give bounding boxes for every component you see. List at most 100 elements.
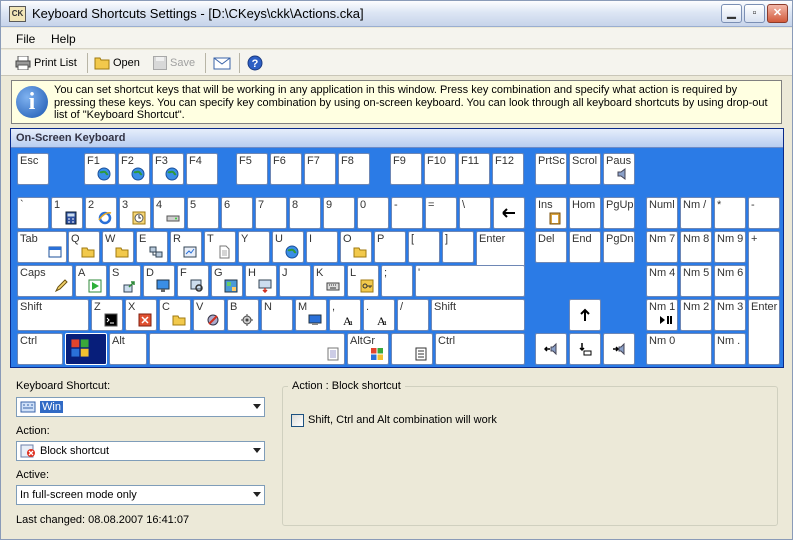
key-s[interactable]: S xyxy=(109,265,141,297)
key-k[interactable]: K xyxy=(313,265,345,297)
active-select[interactable]: In full-screen mode only xyxy=(16,485,265,505)
key-*[interactable]: * xyxy=(714,197,746,229)
key-y[interactable]: Y xyxy=(238,231,270,263)
key-f10[interactable]: F10 xyxy=(424,153,456,185)
key-o[interactable]: O xyxy=(340,231,372,263)
key-a[interactable]: A xyxy=(75,265,107,297)
key-\[interactable]: \ xyxy=(459,197,491,229)
key-/[interactable]: / xyxy=(397,299,429,331)
key-b[interactable]: B xyxy=(227,299,259,331)
key-nm-9[interactable]: Nm 9 xyxy=(714,231,746,263)
key-nm-4[interactable]: Nm 4 xyxy=(646,265,678,297)
key-'[interactable]: ' xyxy=(415,265,525,297)
key-[[interactable]: [ xyxy=(408,231,440,263)
key-j[interactable]: J xyxy=(279,265,311,297)
shift-ctrl-alt-checkbox[interactable] xyxy=(291,414,304,427)
key-hom[interactable]: Hom xyxy=(569,197,601,229)
key-4[interactable]: 4 xyxy=(153,197,185,229)
key-t[interactable]: T xyxy=(204,231,236,263)
key-r[interactable]: R xyxy=(170,231,202,263)
key-.[interactable]: . Aa xyxy=(363,299,395,331)
shortcut-select[interactable]: Win xyxy=(16,397,265,417)
maximize-button[interactable]: ▫ xyxy=(744,4,765,23)
key-caps[interactable]: Caps xyxy=(17,265,73,297)
key-v[interactable]: V xyxy=(193,299,225,331)
key--[interactable]: - xyxy=(748,197,780,229)
key-f9[interactable]: F9 xyxy=(390,153,422,185)
key-x[interactable]: X xyxy=(125,299,157,331)
key-blank-94[interactable] xyxy=(149,333,345,365)
key-2[interactable]: 2 xyxy=(85,197,117,229)
key-pgdn[interactable]: PgDn xyxy=(603,231,635,263)
key-nm-6[interactable]: Nm 6 xyxy=(714,265,746,297)
key-][interactable]: ] xyxy=(442,231,474,263)
key-nm-8[interactable]: Nm 8 xyxy=(680,231,712,263)
key-esc[interactable]: Esc xyxy=(17,153,49,185)
key-paus[interactable]: Paus xyxy=(603,153,635,185)
key-tab[interactable]: Tab xyxy=(17,231,67,263)
key-n[interactable]: N xyxy=(261,299,293,331)
key-nm-2[interactable]: Nm 2 xyxy=(680,299,712,331)
key-w[interactable]: W xyxy=(102,231,134,263)
print-list-button[interactable]: Print List xyxy=(15,53,77,73)
key-ins[interactable]: Ins xyxy=(535,197,567,229)
key-f[interactable]: F xyxy=(177,265,209,297)
menu-help[interactable]: Help xyxy=(51,32,76,46)
key-end[interactable]: End xyxy=(569,231,601,263)
key-8[interactable]: 8 xyxy=(289,197,321,229)
minimize-button[interactable]: ▁ xyxy=(721,4,742,23)
key-g[interactable]: G xyxy=(211,265,243,297)
key-↑[interactable] xyxy=(569,299,601,331)
key-+[interactable]: + xyxy=(748,231,780,297)
key-c[interactable]: C xyxy=(159,299,191,331)
key-ctrl[interactable]: Ctrl xyxy=(435,333,525,365)
key-f6[interactable]: F6 xyxy=(270,153,302,185)
key-f3[interactable]: F3 xyxy=(152,153,184,185)
key-enter[interactable]: Enter xyxy=(748,299,780,365)
save-button[interactable]: Save xyxy=(153,53,195,73)
key-q[interactable]: Q xyxy=(68,231,100,263)
key-z[interactable]: Z xyxy=(91,299,123,331)
key-nm-3[interactable]: Nm 3 xyxy=(714,299,746,331)
key-blank-96[interactable] xyxy=(391,333,433,365)
key-,[interactable]: , Aa xyxy=(329,299,361,331)
key-e[interactable]: E xyxy=(136,231,168,263)
key-5[interactable]: 5 xyxy=(187,197,219,229)
key-pgup[interactable]: PgUp xyxy=(603,197,635,229)
email-button[interactable] xyxy=(213,53,231,73)
key-p[interactable]: P xyxy=(374,231,406,263)
key-3[interactable]: 3 xyxy=(119,197,151,229)
key-f11[interactable]: F11 xyxy=(458,153,490,185)
key-7[interactable]: 7 xyxy=(255,197,287,229)
key-f4[interactable]: F4 xyxy=(186,153,218,185)
key-0[interactable]: 0 xyxy=(357,197,389,229)
key--[interactable]: - xyxy=(391,197,423,229)
key-i[interactable]: I xyxy=(306,231,338,263)
key-l[interactable]: L xyxy=(347,265,379,297)
key-nm-/[interactable]: Nm / xyxy=(680,197,712,229)
key-←[interactable] xyxy=(493,197,525,229)
key-scrol[interactable]: Scrol xyxy=(569,153,601,185)
key-nm-7[interactable]: Nm 7 xyxy=(646,231,678,263)
key-←[interactable] xyxy=(535,333,567,365)
key-blank-92[interactable] xyxy=(65,333,107,365)
key-h[interactable]: H xyxy=(245,265,277,297)
checkbox-label[interactable]: Shift, Ctrl and Alt combination will wor… xyxy=(308,414,497,426)
help-button[interactable]: ? xyxy=(247,53,263,73)
key-shift[interactable]: Shift xyxy=(431,299,525,331)
key-f7[interactable]: F7 xyxy=(304,153,336,185)
key-f12[interactable]: F12 xyxy=(492,153,524,185)
key-6[interactable]: 6 xyxy=(221,197,253,229)
key-nm-.[interactable]: Nm . xyxy=(714,333,746,365)
key-;[interactable]: ; xyxy=(381,265,413,297)
close-button[interactable]: ✕ xyxy=(767,4,788,23)
key-↓[interactable] xyxy=(569,333,601,365)
key-shift[interactable]: Shift xyxy=(17,299,89,331)
key-del[interactable]: Del xyxy=(535,231,567,263)
key-9[interactable]: 9 xyxy=(323,197,355,229)
key-altgr[interactable]: AltGr xyxy=(347,333,389,365)
key-1[interactable]: 1 xyxy=(51,197,83,229)
key-f1[interactable]: F1 xyxy=(84,153,116,185)
key-numl[interactable]: Numl xyxy=(646,197,678,229)
key-prtsc[interactable]: PrtSc xyxy=(535,153,567,185)
